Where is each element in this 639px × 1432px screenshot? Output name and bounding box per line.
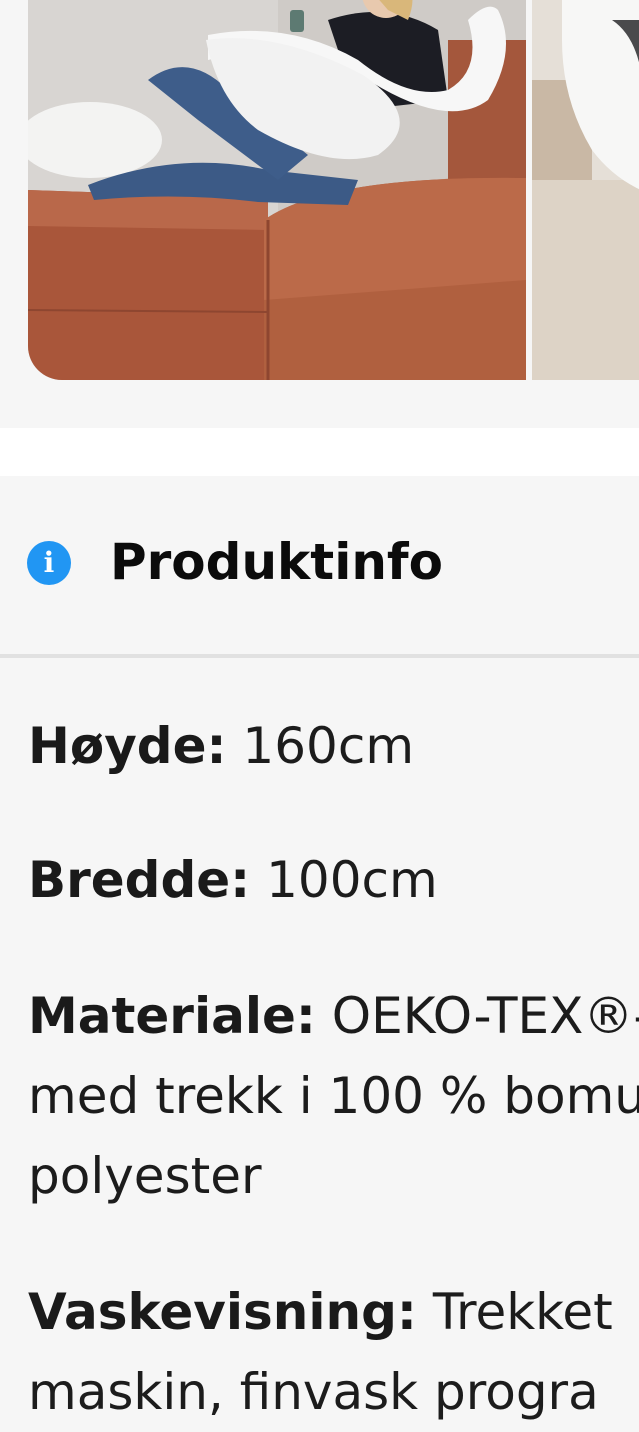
spec-washing-label: Vaskevisning: (28, 1283, 417, 1341)
spec-material: Materiale: OEKO-TEX®- med trekk i 100 % … (28, 976, 639, 1216)
spec-washing-value-line1: Trekket (432, 1283, 613, 1341)
spec-washing: Vaskevisning: Trekket maskin, finvask pr… (28, 1272, 639, 1432)
spec-material-label: Materiale: (28, 987, 316, 1045)
product-image-woman-on-sofa[interactable] (28, 0, 526, 380)
spec-width-label: Bredde: (28, 851, 251, 909)
spec-height-label: Høyde: (28, 717, 227, 775)
spec-material-value-line3: polyester (28, 1147, 262, 1205)
spec-washing-value-line2: maskin, finvask progra (28, 1363, 599, 1421)
info-icon: i (27, 541, 71, 585)
section-divider (0, 654, 639, 658)
product-image-second[interactable] (532, 0, 639, 380)
section-spacer (0, 428, 639, 476)
spec-material-value-line1: OEKO-TEX®- (331, 987, 639, 1045)
product-info-title: Produktinfo (110, 533, 444, 591)
spec-material-value-line2: med trekk i 100 % bomu (28, 1067, 639, 1125)
second-photo (532, 0, 639, 380)
product-image-carousel[interactable] (0, 0, 639, 428)
spec-width-value: 100cm (266, 851, 438, 909)
spec-height: Høyde: 160cm (28, 706, 639, 786)
spec-width: Bredde: 100cm (28, 840, 639, 920)
spec-height-value: 160cm (242, 717, 415, 775)
sofa-photo (28, 0, 526, 380)
